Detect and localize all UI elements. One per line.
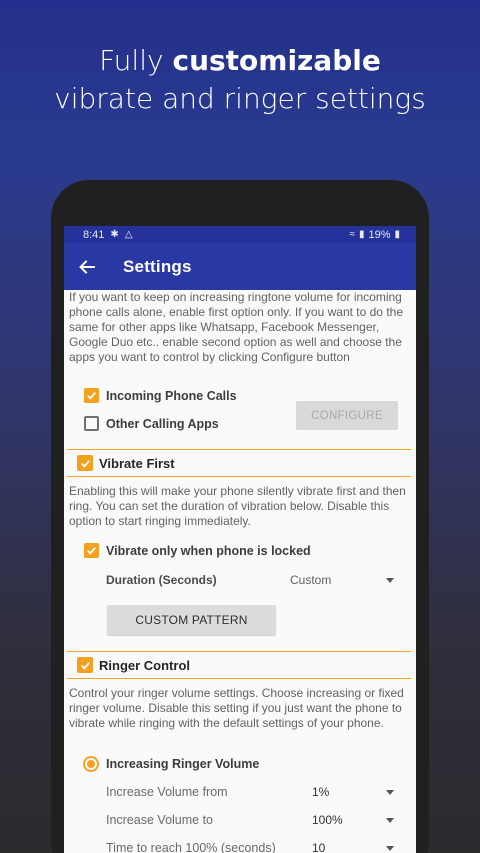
dropdown-arrow-icon: [386, 577, 394, 583]
signal-icon: ▮: [358, 229, 365, 240]
duration-dropdown[interactable]: Custom: [290, 568, 394, 592]
duration-value: Custom: [290, 573, 332, 587]
vibrate-locked-option[interactable]: Vibrate only when phone is locked: [84, 543, 311, 558]
vibrate-first-header[interactable]: Vibrate First: [67, 449, 411, 477]
volume-settings: Increase Volume from 1% Increase Volume …: [106, 778, 402, 853]
settings-content: If you want to keep on increasing ringto…: [64, 290, 416, 365]
headline-line1: Fully customizable: [99, 44, 381, 77]
volume-row-label: Increase Volume from: [106, 785, 228, 799]
incoming-calls-option[interactable]: Incoming Phone Calls: [84, 388, 237, 403]
volume-row[interactable]: Time to reach 100% (seconds) 10: [106, 834, 402, 853]
dropdown-arrow-icon: [386, 845, 394, 851]
volume-row-label: Increase Volume to: [106, 813, 214, 827]
headline-prefix: Fully: [99, 44, 173, 77]
increasing-volume-radio[interactable]: [83, 756, 99, 772]
back-arrow-icon[interactable]: [78, 258, 96, 276]
other-apps-checkbox[interactable]: [84, 416, 99, 431]
status-time: 8:41: [83, 228, 105, 241]
dropdown-arrow-icon: [386, 789, 394, 795]
ringer-control-checkbox[interactable]: [77, 657, 93, 673]
custom-pattern-button[interactable]: CUSTOM PATTERN: [107, 605, 276, 635]
volume-row[interactable]: Increase Volume from 1%: [106, 778, 402, 806]
duration-label: Duration (Seconds): [106, 573, 217, 587]
ringer-control-title: Ringer Control: [99, 657, 190, 673]
bluetooth-icon: ✱: [110, 229, 119, 240]
incoming-calls-checkbox[interactable]: [84, 388, 99, 403]
intro-description: If you want to keep on increasing ringto…: [69, 290, 403, 364]
volume-row-label: Time to reach 100% (seconds): [106, 841, 276, 853]
app-bar: Settings: [64, 243, 416, 290]
status-bar: 8:41 ✱ △ ≈ ▮ 19% ▮: [64, 226, 416, 243]
app-title: Settings: [123, 256, 192, 276]
vibrate-first-title: Vibrate First: [99, 455, 175, 471]
volume-row[interactable]: Increase Volume to 100%: [106, 806, 402, 834]
dropdown-arrow-icon: [386, 817, 394, 823]
volume-row-value: 10: [312, 841, 326, 853]
ringer-control-header[interactable]: Ringer Control: [67, 651, 411, 679]
incoming-calls-label: Incoming Phone Calls: [106, 388, 237, 403]
battery-percent: 19%: [368, 228, 391, 241]
wifi-icon: ≈: [349, 229, 355, 240]
vibrate-locked-checkbox[interactable]: [84, 543, 99, 558]
battery-icon: ▮: [394, 229, 400, 240]
ringer-description: Control your ringer volume settings. Cho…: [69, 686, 404, 730]
promo-headline: Fully customizable vibrate and ringer se…: [0, 42, 480, 118]
vibrate-description: Enabling this will make your phone silen…: [69, 484, 406, 528]
headline-line2: vibrate and ringer settings: [54, 82, 426, 115]
volume-row-value: 100%: [312, 813, 343, 827]
configure-button[interactable]: CONFIGURE: [296, 401, 398, 430]
headline-bold: customizable: [172, 44, 381, 77]
other-apps-option[interactable]: Other Calling Apps: [84, 416, 219, 431]
vibrate-locked-label: Vibrate only when phone is locked: [106, 543, 311, 558]
phone-screen: 8:41 ✱ △ ≈ ▮ 19% ▮ Settings If you want …: [64, 226, 416, 853]
increasing-volume-label: Increasing Ringer Volume: [106, 757, 260, 771]
other-apps-label: Other Calling Apps: [106, 416, 219, 431]
vibrate-first-checkbox[interactable]: [77, 455, 93, 471]
volume-row-value: 1%: [312, 785, 330, 799]
mute-icon: △: [124, 229, 133, 240]
increasing-volume-option[interactable]: Increasing Ringer Volume: [83, 756, 259, 772]
